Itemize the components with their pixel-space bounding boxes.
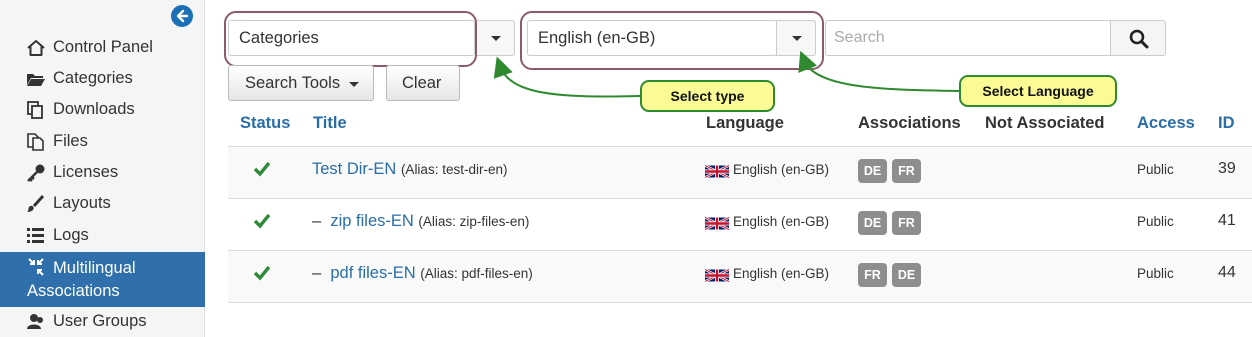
column-header-associations: Associations [858,114,961,132]
access-level: Public [1137,214,1174,229]
association-badge[interactable]: FR [892,159,921,183]
item-alias: (Alias: zip-files-en) [418,214,530,229]
item-alias: (Alias: test-dir-en) [400,162,508,177]
item-title-link[interactable]: pdf files-EN [330,264,415,282]
table-row: Test Dir-EN (Alias: test-dir-en) English… [228,146,1252,198]
level-dash: – [312,212,322,230]
access-level: Public [1137,266,1174,281]
item-alias: (Alias: pdf-files-en) [420,266,533,281]
select-type-callout: Select type [640,80,775,112]
item-id: 44 [1218,264,1236,281]
uk-flag-icon [705,164,729,179]
column-header-title[interactable]: Title [313,114,347,133]
column-header-not-associated: Not Associated [985,114,1105,132]
uk-flag-icon [705,216,729,231]
column-header-id[interactable]: ID [1218,114,1235,133]
table-bottom-border [228,302,1252,303]
table-row: – zip files-EN (Alias: zip-files-en) Eng… [228,198,1252,250]
column-header-status[interactable]: Status [240,114,290,133]
level-dash: – [312,264,322,282]
item-title-link[interactable]: Test Dir-EN [312,160,396,178]
column-header-access[interactable]: Access [1137,114,1195,133]
item-id: 41 [1218,212,1236,229]
table-row: – pdf files-EN (Alias: pdf-files-en) Eng… [228,250,1252,302]
published-check-icon[interactable] [253,213,271,229]
association-badge[interactable]: DE [858,211,887,235]
language-text: English (en-GB) [733,162,830,177]
item-id: 39 [1218,160,1236,177]
association-badge[interactable]: FR [892,211,921,235]
language-text: English (en-GB) [733,266,830,281]
item-title-link[interactable]: zip files-EN [330,212,413,230]
uk-flag-icon [705,268,729,283]
association-badge[interactable]: FR [858,263,887,287]
association-badge[interactable]: DE [892,263,921,287]
access-level: Public [1137,162,1174,177]
column-header-language: Language [706,114,784,132]
published-check-icon[interactable] [253,265,271,281]
language-text: English (en-GB) [733,214,830,229]
published-check-icon[interactable] [253,161,271,177]
select-language-callout: Select Language [959,75,1117,107]
association-badge[interactable]: DE [858,159,887,183]
